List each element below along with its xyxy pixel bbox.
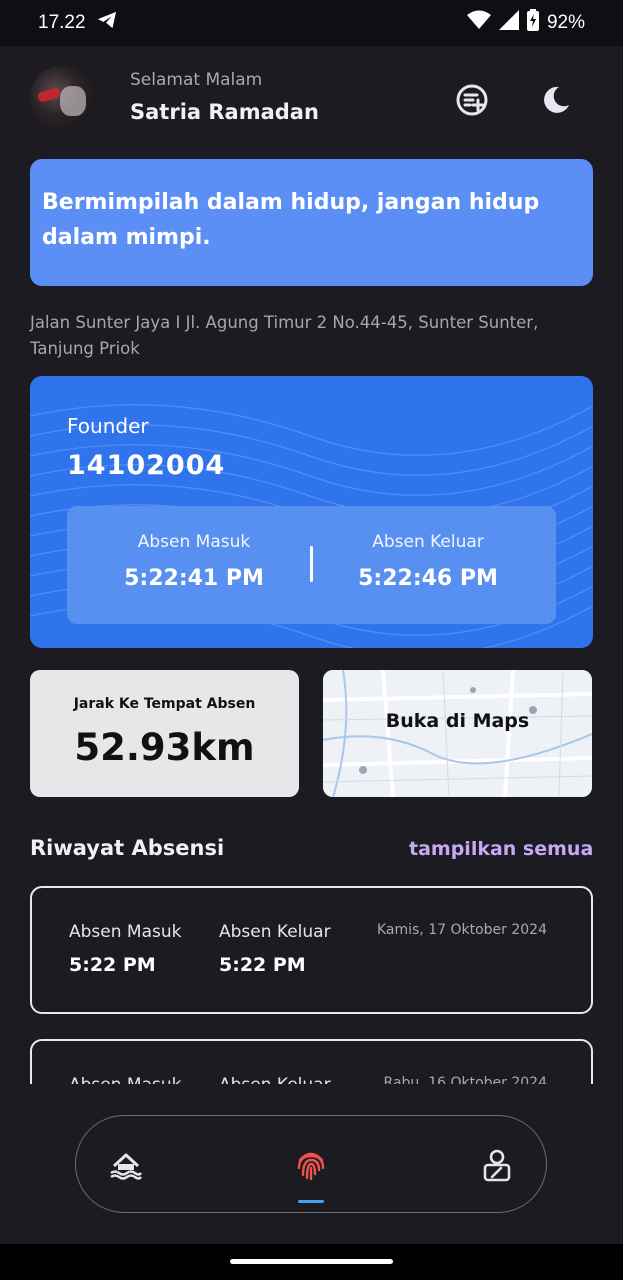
- greeting: Selamat Malam: [130, 70, 263, 90]
- history-check-out: Absen Keluar: [219, 1075, 331, 1084]
- see-all-link[interactable]: tampilkan semua: [409, 838, 593, 860]
- add-note-icon[interactable]: [454, 82, 490, 118]
- check-out-block: Absen Keluar 5:22:46 PM: [313, 532, 543, 591]
- address-text: Jalan Sunter Jaya I Jl. Agung Timur 2 No…: [30, 313, 539, 358]
- telegram-icon: [96, 10, 118, 36]
- employee-role: Founder: [67, 414, 149, 438]
- attendance-id-card: Founder 14102004 Absen Masuk 5:22:41 PM …: [30, 376, 593, 648]
- check-out-time: 5:22:46 PM: [358, 566, 498, 591]
- check-out-label: Absen Keluar: [372, 532, 484, 552]
- system-nav-bar: [0, 1244, 623, 1280]
- history-list[interactable]: Absen Masuk 5:22 PM Absen Keluar 5:22 PM…: [0, 880, 623, 1084]
- distance-card: Jarak Ke Tempat Absen 52.93km: [30, 670, 299, 797]
- status-time: 17.22: [38, 12, 86, 33]
- history-check-in-time: 5:22 PM: [69, 954, 156, 976]
- bottom-nav: [75, 1115, 547, 1213]
- history-check-out: Absen Keluar 5:22 PM: [219, 922, 331, 976]
- open-maps-button[interactable]: Buka di Maps: [323, 670, 592, 797]
- fingerprint-icon[interactable]: [292, 1146, 330, 1184]
- history-check-out-time: 5:22 PM: [219, 954, 306, 976]
- history-check-out-label: Absen Keluar: [219, 922, 331, 942]
- history-check-in-label: Absen Masuk: [69, 922, 182, 942]
- distance-label: Jarak Ke Tempat Absen: [73, 696, 256, 712]
- user-name: Satria Ramadan: [130, 100, 319, 124]
- moon-icon[interactable]: [538, 82, 574, 118]
- check-in-time: 5:22:41 PM: [124, 566, 264, 591]
- employee-id: 14102004: [67, 450, 226, 481]
- history-date: Rabu, 16 Oktober 2024: [383, 1075, 547, 1084]
- history-item[interactable]: Absen Masuk 5:22 PM Absen Keluar 5:22 PM…: [30, 886, 593, 1014]
- status-bar: 17.22 92%: [0, 0, 623, 46]
- distance-value: 52.93km: [74, 726, 255, 769]
- quote-card: Bermimpilah dalam hidup, jangan hidup da…: [30, 159, 593, 286]
- header: Selamat Malam Satria Ramadan: [30, 66, 593, 132]
- signal-icon: [498, 10, 519, 36]
- battery-percent: 92%: [546, 12, 585, 33]
- quote-text: Bermimpilah dalam hidup, jangan hidup da…: [42, 190, 540, 250]
- history-item[interactable]: Absen Masuk Absen Keluar Rabu, 16 Oktobe…: [30, 1039, 593, 1084]
- home-icon[interactable]: [107, 1146, 145, 1184]
- history-check-in: Absen Masuk 5:22 PM: [69, 922, 181, 976]
- history-date: Kamis, 17 Oktober 2024: [376, 922, 547, 938]
- history-check-in-label: Absen Masuk: [69, 1075, 181, 1084]
- active-tab-indicator: [298, 1200, 324, 1203]
- open-maps-label: Buka di Maps: [385, 710, 530, 732]
- check-times-box: Absen Masuk 5:22:41 PM Absen Keluar 5:22…: [67, 506, 556, 624]
- history-check-in: Absen Masuk: [69, 1075, 181, 1084]
- profile-icon[interactable]: [478, 1146, 516, 1184]
- history-title: Riwayat Absensi: [30, 836, 225, 860]
- home-gesture-bar[interactable]: [230, 1259, 393, 1264]
- wifi-icon: [466, 10, 491, 36]
- history-check-out-label: Absen Keluar: [219, 1075, 331, 1084]
- check-in-label: Absen Masuk: [137, 532, 251, 552]
- check-in-block: Absen Masuk 5:22:41 PM: [79, 532, 309, 591]
- battery-charging-icon: [526, 9, 539, 37]
- avatar[interactable]: [30, 66, 94, 130]
